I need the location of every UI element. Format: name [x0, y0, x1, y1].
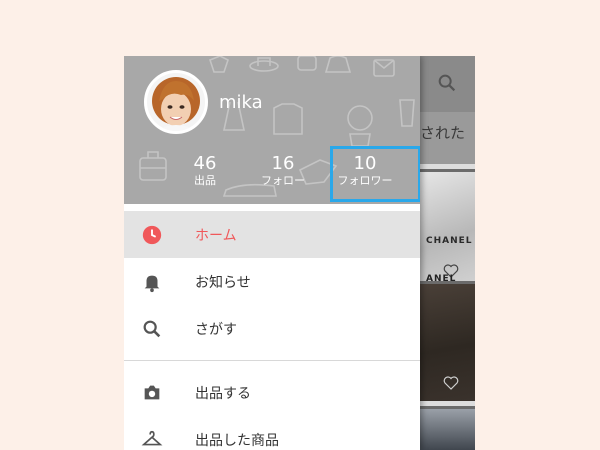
menu-item-label: 出品する: [195, 385, 251, 402]
menu-item-label: お知らせ: [195, 274, 251, 291]
menu-item-listed-items[interactable]: 出品した商品: [124, 416, 420, 450]
highlight-box: [330, 146, 420, 202]
search-icon: [143, 320, 161, 338]
stat-label: フォロー: [261, 174, 305, 187]
stat-listings[interactable]: 46 出品: [170, 154, 240, 188]
drawer-menu: ホーム お知らせ さがす 出品する 出品した商品: [124, 211, 420, 450]
navigation-drawer: mika 46 出品 16 フォロー 10 フォロワー ホーム お知らせ さがす…: [124, 56, 420, 450]
menu-item-sell[interactable]: 出品する: [124, 369, 420, 416]
product-tile[interactable]: [420, 406, 475, 450]
heart-icon[interactable]: [442, 374, 460, 392]
stat-following[interactable]: 16 フォロー: [248, 154, 318, 188]
menu-item-label: ホーム: [195, 227, 237, 244]
menu-item-search[interactable]: さがす: [124, 305, 420, 352]
bell-icon: [144, 275, 160, 293]
subheader-text: された: [420, 124, 466, 142]
drawer-header: mika 46 出品 16 フォロー 10 フォロワー: [124, 56, 420, 204]
menu-item-notifications[interactable]: お知らせ: [124, 258, 420, 305]
clock-icon: [142, 225, 162, 245]
tile-brand-text: CHANEL: [426, 236, 473, 246]
menu-item-home[interactable]: ホーム: [124, 211, 420, 258]
menu-divider: [124, 360, 420, 361]
phone-screen: された CHANEL ANEL mika 46 出品 16 フォロー 10 フォ…: [124, 56, 475, 450]
menu-item-label: さがす: [195, 321, 237, 338]
hanger-icon: [141, 430, 163, 446]
stat-count: 16: [271, 153, 295, 174]
tile-brand-text: ANEL: [426, 274, 457, 284]
avatar-photo: [147, 73, 205, 131]
search-icon[interactable]: [436, 72, 458, 94]
profile-username[interactable]: mika: [219, 92, 263, 113]
stat-label: 出品: [194, 174, 216, 187]
stat-count: 46: [193, 153, 217, 174]
camera-icon: [144, 385, 160, 400]
avatar[interactable]: [144, 70, 208, 134]
menu-item-label: 出品した商品: [195, 432, 279, 449]
